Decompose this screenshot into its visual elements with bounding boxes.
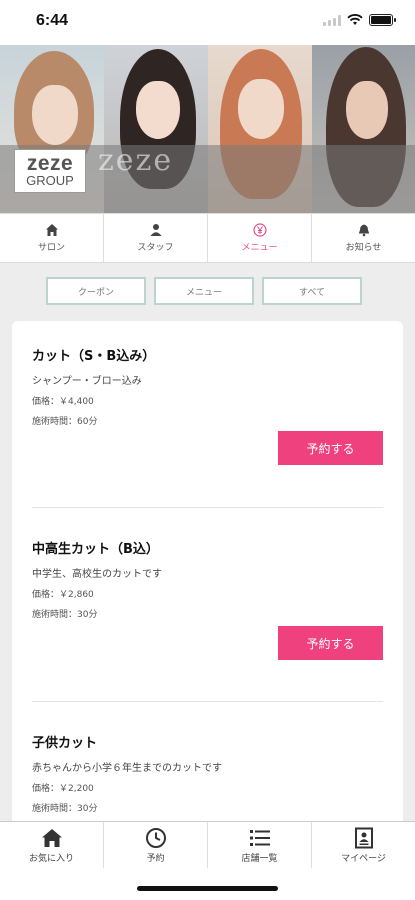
menu-item-price: 価格：￥2,200 xyxy=(32,784,94,794)
tab-label: スタッフ xyxy=(137,243,174,253)
logo-main-text: zeze xyxy=(26,152,74,175)
tab-favorites[interactable]: お気に入り xyxy=(0,822,104,868)
menu-item-duration: 施術時間：30分 xyxy=(32,610,98,620)
filter-menu-button[interactable]: メニュー xyxy=(154,277,254,305)
tab-staff[interactable]: スタッフ xyxy=(104,214,208,262)
bottom-tab-bar: お気に入り 予約 店舗一覧 マイページ xyxy=(0,821,415,900)
menu-item-name: 子供カット xyxy=(32,736,98,751)
reserve-button[interactable]: 予約する xyxy=(278,626,383,660)
tab-store-list[interactable]: 店舗一覧 xyxy=(208,822,312,868)
brand-watermark: zeze xyxy=(98,143,174,178)
menu-item-duration: 施術時間：30分 xyxy=(32,804,98,814)
tab-label: 予約 xyxy=(146,853,165,864)
tab-label: サロン xyxy=(37,243,65,253)
tab-label: マイページ xyxy=(341,853,386,864)
menu-item-description: 赤ちゃんから小学６年生までのカットです xyxy=(32,763,222,774)
home-icon xyxy=(41,828,62,847)
tab-label: お知らせ xyxy=(345,243,382,253)
signal-icon xyxy=(323,14,341,26)
yen-icon xyxy=(252,223,267,237)
divider xyxy=(32,507,383,508)
tab-label: メニュー xyxy=(241,243,278,253)
menu-item: 中高生カット（B込） 中学生、高校生のカットです 価格：￥2,860 施術時間：… xyxy=(32,538,383,660)
menu-item: 子供カット 赤ちゃんから小学６年生までのカットです 価格：￥2,200 施術時間… xyxy=(32,732,383,814)
menu-item-name: 中高生カット（B込） xyxy=(32,542,159,557)
hero-banner: zeze zeze GROUP xyxy=(0,45,415,213)
menu-list: カット（S・B込み） シャンプー・ブロー込み 価格：￥4,400 施術時間：60… xyxy=(12,321,403,881)
list-icon xyxy=(249,829,270,846)
clock-icon xyxy=(145,827,166,848)
menu-item-price: 価格：￥2,860 xyxy=(32,590,94,600)
menu-item-name: カット（S・B込み） xyxy=(32,349,156,364)
status-bar: 6:44 xyxy=(0,0,415,45)
status-icons xyxy=(323,14,396,26)
id-card-icon xyxy=(354,827,373,848)
person-icon xyxy=(150,224,161,236)
home-indicator xyxy=(137,886,278,891)
menu-item-description: シャンプー・ブロー込み xyxy=(32,376,142,387)
home-icon xyxy=(45,224,58,236)
tab-my-page[interactable]: マイページ xyxy=(312,822,415,868)
divider xyxy=(32,701,383,702)
tab-menu[interactable]: メニュー xyxy=(208,214,312,262)
menu-item: カット（S・B込み） シャンプー・ブロー込み 価格：￥4,400 施術時間：60… xyxy=(32,345,383,465)
tab-label: お気に入り xyxy=(28,853,74,864)
top-nav: サロン スタッフ メニュー お知らせ xyxy=(0,213,415,263)
brand-logo: zeze GROUP xyxy=(14,149,86,193)
filter-buttons: クーポン メニュー すべて xyxy=(46,277,362,305)
tab-news[interactable]: お知らせ xyxy=(312,214,415,262)
tab-reservation[interactable]: 予約 xyxy=(104,822,208,868)
menu-item-price: 価格：￥4,400 xyxy=(32,397,94,407)
bell-icon xyxy=(358,224,369,237)
reserve-button[interactable]: 予約する xyxy=(278,431,383,465)
status-time: 6:44 xyxy=(36,12,69,29)
tab-salon[interactable]: サロン xyxy=(0,214,104,262)
tab-label: 店舗一覧 xyxy=(241,853,278,864)
menu-item-description: 中学生、高校生のカットです xyxy=(32,569,162,580)
filter-all-button[interactable]: すべて xyxy=(262,277,362,305)
menu-item-duration: 施術時間：60分 xyxy=(32,417,98,427)
filter-coupon-button[interactable]: クーポン xyxy=(46,277,146,305)
wifi-icon xyxy=(347,14,363,25)
battery-icon xyxy=(369,14,396,26)
logo-sub-text: GROUP xyxy=(26,173,74,188)
